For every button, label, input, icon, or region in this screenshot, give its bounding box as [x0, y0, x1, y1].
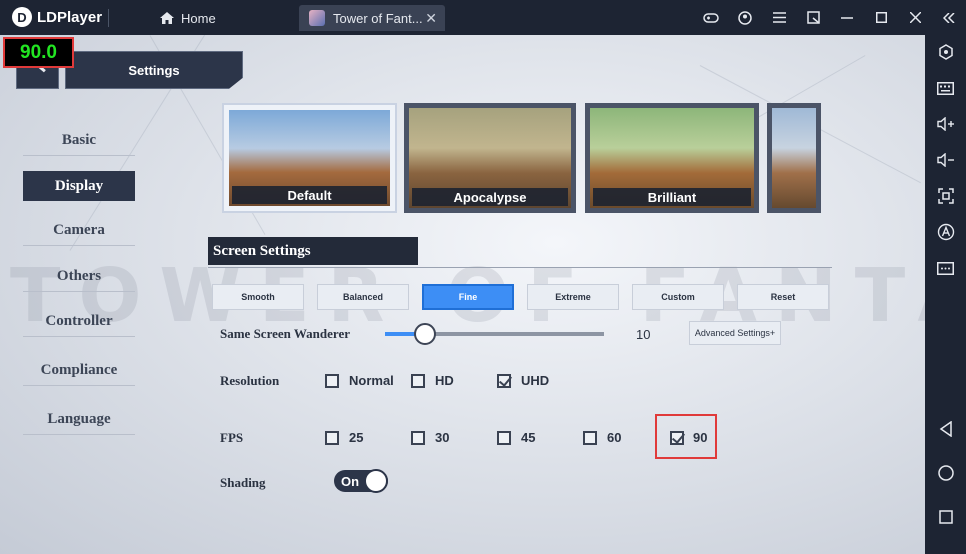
- menu-controller[interactable]: Controller: [23, 307, 135, 337]
- minimize-icon[interactable]: [830, 0, 864, 35]
- resolution-normal-label: Normal: [349, 373, 394, 388]
- fps-label: FPS: [220, 430, 244, 445]
- quality-reset-button[interactable]: Reset: [737, 284, 829, 310]
- more-options-icon[interactable]: [925, 256, 966, 280]
- quality-smooth-button[interactable]: Smooth: [212, 284, 304, 310]
- ldplayer-logo-icon: D: [12, 7, 32, 27]
- fps-45-checkbox[interactable]: [497, 431, 511, 445]
- volume-up-icon[interactable]: [925, 112, 966, 136]
- home-nav-icon[interactable]: [925, 461, 966, 485]
- recent-apps-icon[interactable]: [925, 505, 966, 529]
- wanderer-label: Same Screen Wanderer: [220, 326, 350, 341]
- settings-hex-icon[interactable]: [925, 40, 966, 64]
- fps-90-highlight: [655, 414, 717, 459]
- tab-game-label: Tower of Fant...: [333, 10, 423, 26]
- title-divider: [108, 9, 109, 27]
- menu-others[interactable]: Others: [23, 262, 135, 292]
- quality-balanced-button[interactable]: Balanced: [317, 284, 409, 310]
- resolution-hd-label: HD: [435, 373, 454, 388]
- account-icon[interactable]: [728, 0, 762, 35]
- resolution-uhd-label: UHD: [521, 373, 550, 388]
- home-icon: [160, 12, 174, 24]
- quality-fine-button[interactable]: Fine: [422, 284, 514, 310]
- emulator-sidebar: [925, 35, 966, 554]
- close-tab-icon[interactable]: ✕: [425, 10, 437, 27]
- fps-counter: 90.0: [3, 37, 74, 68]
- menu-language[interactable]: Language: [23, 405, 135, 435]
- resolution-normal-checkbox[interactable]: [325, 374, 339, 388]
- resolution-label: Resolution: [220, 373, 280, 388]
- wanderer-slider-handle[interactable]: [414, 323, 436, 345]
- quality-custom-button[interactable]: Custom: [632, 284, 724, 310]
- menu-compliance[interactable]: Compliance: [23, 356, 135, 386]
- fps-60-checkbox[interactable]: [583, 431, 597, 445]
- title-bar: D LDPlayer Home Tower of Fant... ✕: [0, 0, 966, 35]
- menu-display[interactable]: Display: [23, 171, 135, 201]
- shading-label: Shading: [220, 475, 266, 490]
- advanced-settings-button[interactable]: Advanced Settings+: [689, 321, 781, 345]
- volume-down-icon[interactable]: [925, 148, 966, 172]
- preset-label: Default: [232, 186, 387, 204]
- fps-25-checkbox[interactable]: [325, 431, 339, 445]
- tab-home[interactable]: Home: [160, 5, 216, 31]
- fps-60-label: 60: [607, 430, 622, 445]
- app-logo: D LDPlayer: [12, 7, 102, 27]
- close-window-icon[interactable]: [898, 0, 932, 35]
- menu-camera[interactable]: Camera: [23, 216, 135, 246]
- tab-home-label: Home: [181, 10, 216, 26]
- preset-brilliant[interactable]: Brilliant: [585, 103, 759, 213]
- quality-extreme-button[interactable]: Extreme: [527, 284, 619, 310]
- app-name: LDPlayer: [37, 8, 103, 26]
- preset-label: Apocalypse: [412, 188, 568, 206]
- preset-default[interactable]: Default: [222, 103, 397, 213]
- menu-basic[interactable]: Basic: [23, 126, 135, 156]
- fps-25-label: 25: [349, 430, 364, 445]
- fps-30-checkbox[interactable]: [411, 431, 425, 445]
- shading-toggle-knob[interactable]: [364, 469, 388, 493]
- menu-icon[interactable]: [762, 0, 796, 35]
- fullscreen-icon[interactable]: [925, 184, 966, 208]
- preset-thumbnail: [772, 108, 816, 208]
- keyboard-icon[interactable]: [925, 76, 966, 100]
- maximize-icon[interactable]: [864, 0, 898, 35]
- fps-30-label: 30: [435, 430, 450, 445]
- shading-toggle-text: On: [341, 473, 360, 489]
- preset-label: Brilliant: [593, 188, 751, 206]
- back-nav-icon[interactable]: [925, 417, 966, 441]
- tab-tower-of-fantasy[interactable]: Tower of Fant... ✕: [299, 5, 445, 31]
- screen-settings-title: Screen Settings: [208, 237, 418, 265]
- pop-out-icon[interactable]: [796, 0, 830, 35]
- resolution-hd-checkbox[interactable]: [411, 374, 425, 388]
- settings-title: Settings: [65, 51, 243, 89]
- preset-apocalypse[interactable]: Apocalypse: [404, 103, 576, 213]
- gamepad-icon[interactable]: [694, 0, 728, 35]
- preset-more[interactable]: [767, 103, 821, 213]
- game-screen: TOWER OF FANTASY 90.0 Settings Basic Dis…: [0, 35, 925, 554]
- wanderer-value: 10: [636, 327, 651, 342]
- resolution-uhd-checkbox[interactable]: [497, 374, 511, 388]
- auto-script-icon[interactable]: [925, 220, 966, 244]
- collapse-sidebar-icon[interactable]: [932, 0, 966, 35]
- section-divider: [208, 267, 832, 268]
- game-icon: [309, 10, 325, 26]
- fps-45-label: 45: [521, 430, 536, 445]
